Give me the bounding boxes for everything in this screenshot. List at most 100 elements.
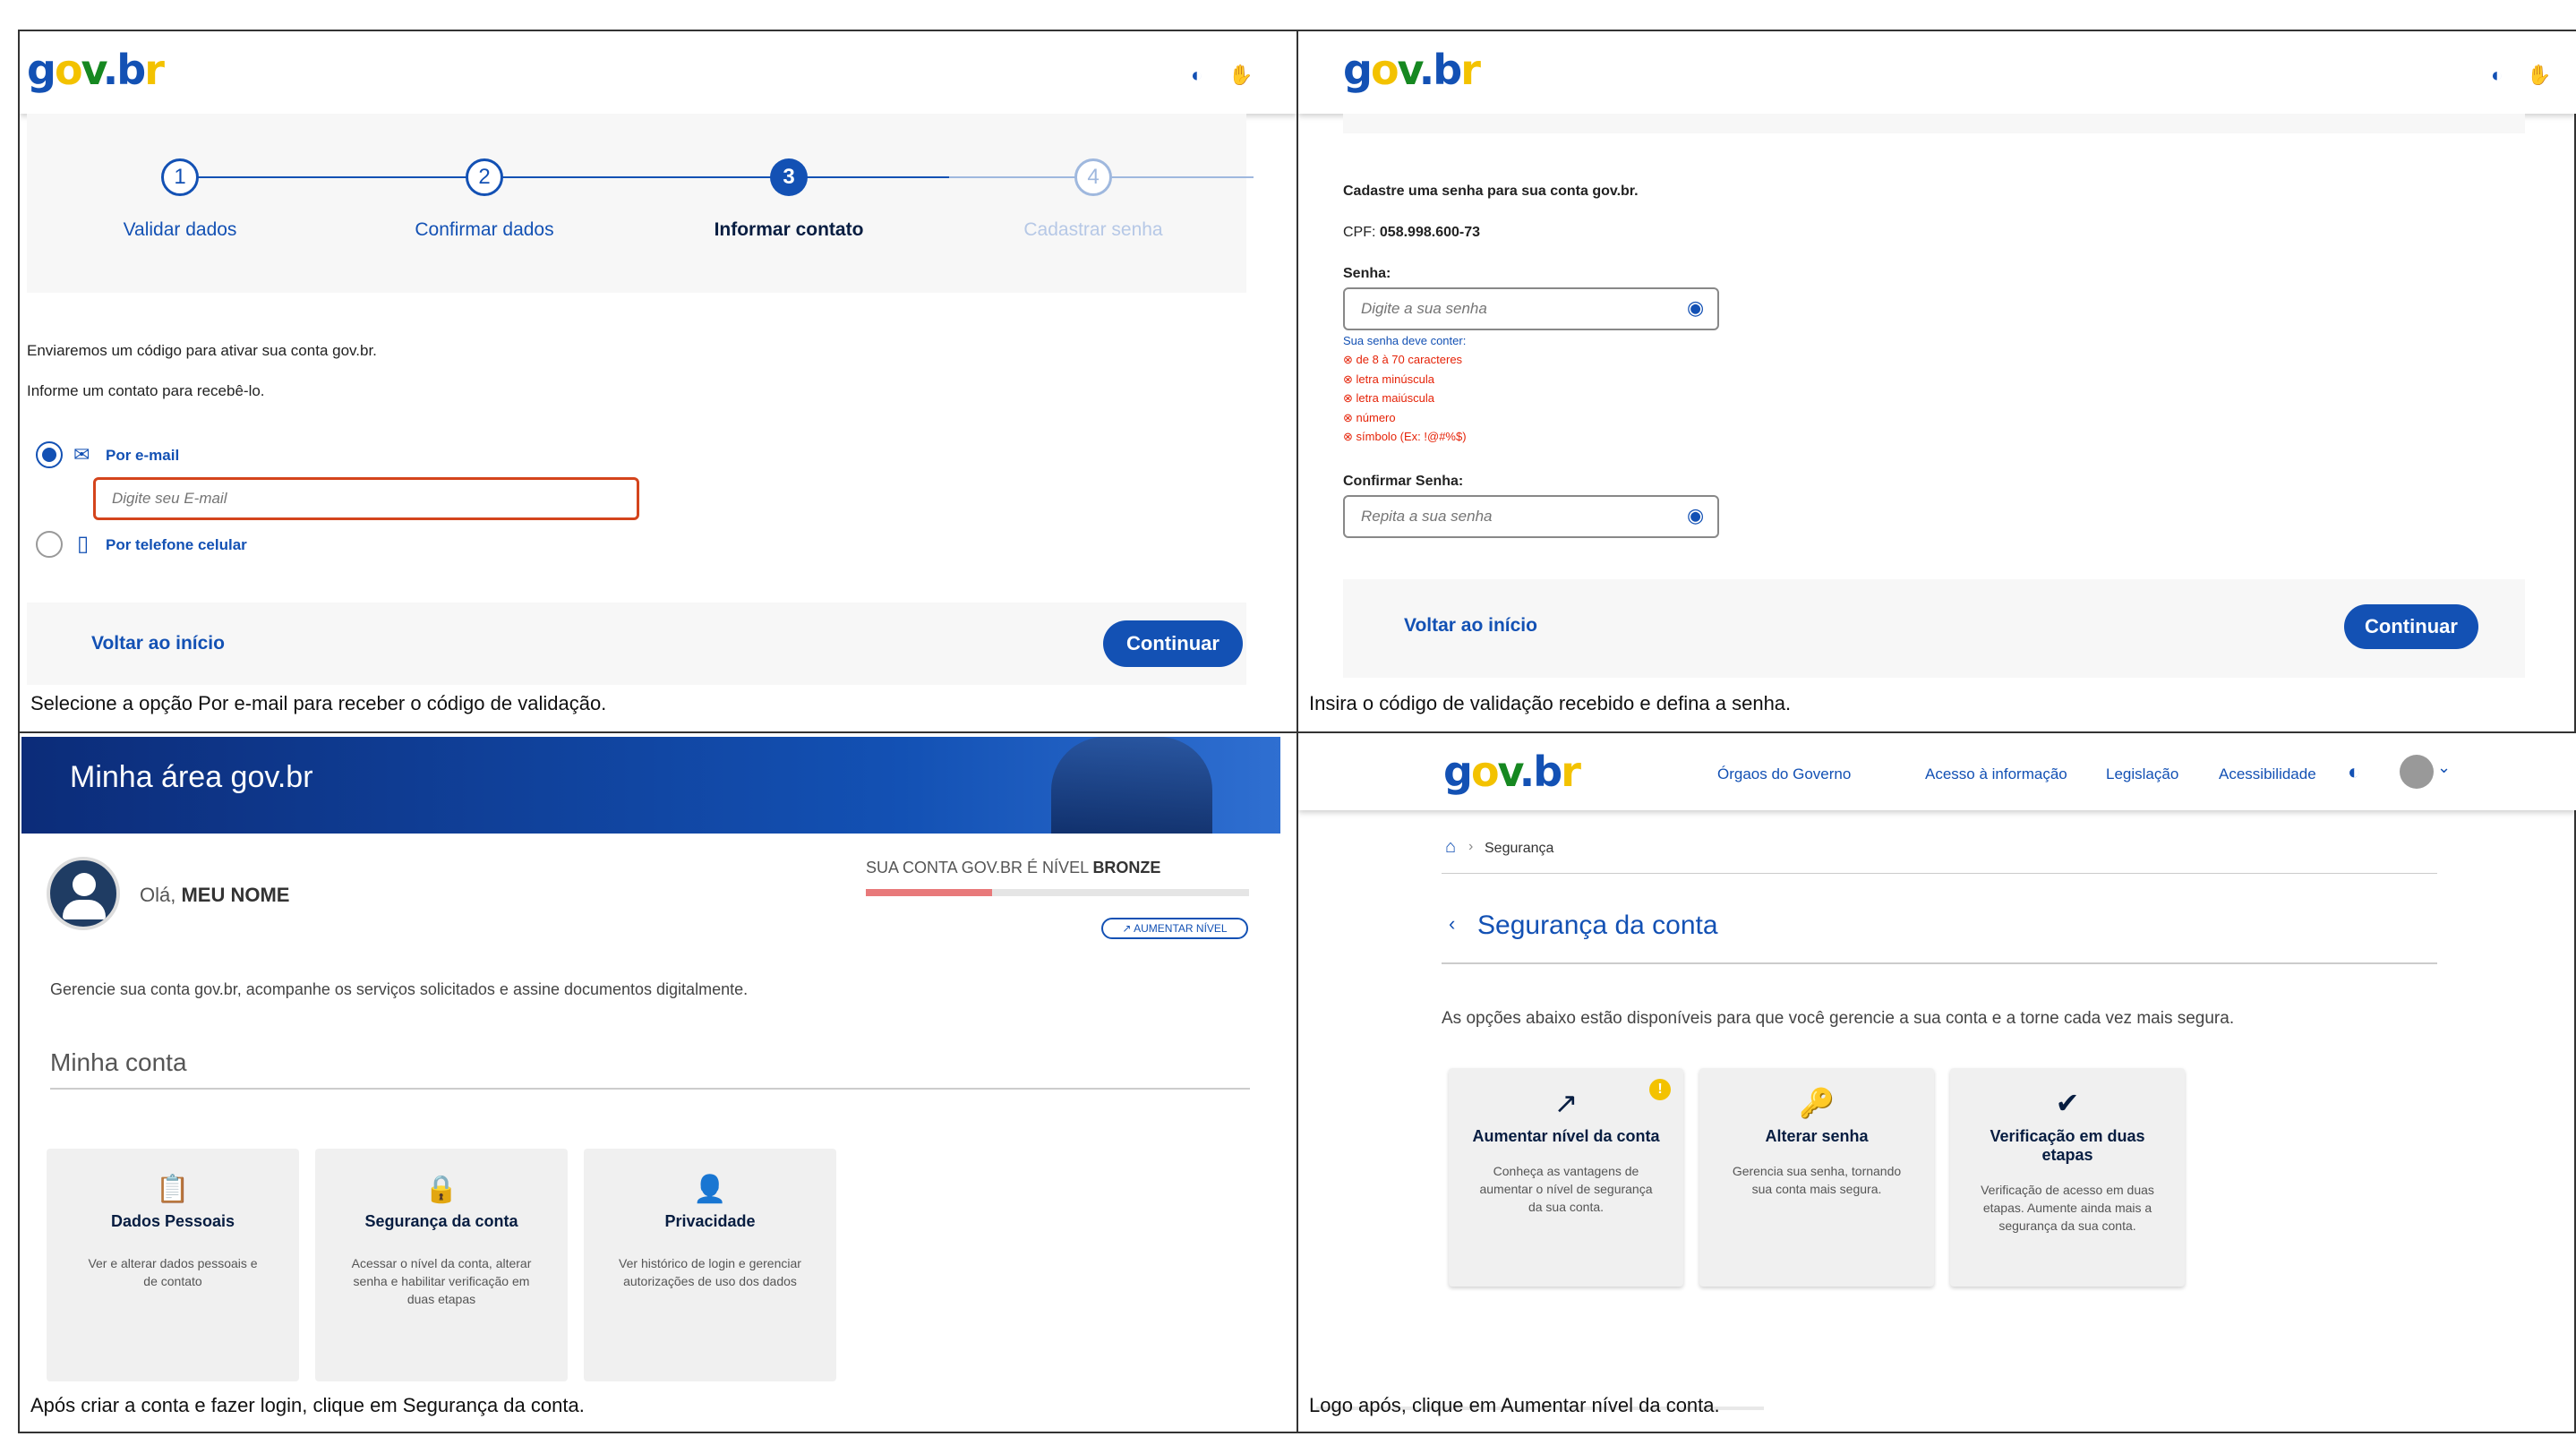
continue-button[interactable]: Continuar [1103,620,1243,667]
govbr-header: gov.br ◐ ✋ [1298,31,2576,114]
logo-o: o [1470,748,1500,796]
phone-radio[interactable] [36,531,63,558]
password-rules: ⊗ de 8 à 70 caracteres ⊗ letra minúscula… [1343,350,1467,447]
error-icon: ⊗ [1343,391,1353,405]
trend-up-icon: ↗ [1553,1087,1579,1119]
section-divider [50,1088,1250,1090]
card-seguranca-conta[interactable]: 🔒 Segurança da conta Acessar o nível da … [315,1149,568,1381]
area-description: Gerencie sua conta gov.br, acompanhe os … [50,980,749,998]
logo-r: r [1460,46,1481,94]
govbr-logo[interactable]: gov.br [27,46,165,94]
logo-dot: . [1418,46,1435,94]
card-desc: Ver histórico de login e gerenciar autor… [619,1256,801,1288]
confirm-password-input[interactable] [1343,495,1719,538]
panel-minha-area: Minha área gov.br Olá, MEU NOME SUA CONT… [20,733,1297,1433]
card-title: Alterar senha [1765,1127,1869,1145]
email-option-label[interactable]: Por e-mail [106,447,179,465]
nav-acesso-informacao[interactable]: Acesso à informação [1925,765,2067,783]
user-name: MEU NOME [181,884,290,906]
step-4-label: Cadastrar senha [1023,219,1163,240]
card-alterar-senha[interactable]: 🔑 Alterar senha Gerencia sua senha, torn… [1699,1068,1934,1287]
breadcrumb-divider [1442,873,2437,874]
card-desc: Acessar o nível da conta, alterar senha … [351,1256,532,1306]
user-avatar-icon[interactable] [2400,755,2434,789]
greeting-hello: Olá, [140,884,176,906]
rule-text: letra maiúscula [1356,391,1434,405]
email-input[interactable] [93,477,639,520]
nav-legislacao[interactable]: Legislação [2106,765,2178,783]
double-check-icon: ✔ [2055,1087,2080,1119]
increase-level-label: AUMENTAR NÍVEL [1134,922,1228,935]
email-radio[interactable] [36,441,63,468]
card-title: Segurança da conta [364,1212,518,1230]
banner-title: Minha área gov.br [70,760,313,794]
back-to-start-link[interactable]: Voltar ao início [91,633,225,654]
rule-text: número [1356,410,1396,424]
eye-icon[interactable]: ◉ [1687,504,1704,527]
trend-up-icon: ↗ [1122,922,1132,935]
logo-v: v [81,46,105,94]
card-aumentar-nivel[interactable]: ↗ Aumentar nível da conta Conheça as van… [1449,1068,1683,1287]
envelope-icon: ✉ [73,443,90,466]
panel-cadastrar-senha: gov.br ◐ ✋ Cadastre uma senha para sua c… [1298,31,2576,731]
chevron-down-icon[interactable]: ⌄ [2437,758,2451,777]
eye-icon[interactable]: ◉ [1687,296,1704,320]
logo-g: g [1443,748,1473,796]
govbr-header: gov.br ◐ ✋ [20,31,1297,114]
card-title: Verificação em duas etapas [1990,1127,2145,1164]
back-to-start-link[interactable]: Voltar ao início [1404,615,1537,637]
page-description: As opções abaixo estão disponíveis para … [1442,1009,2235,1028]
nav-acessibilidade[interactable]: Acessibilidade [2219,765,2316,783]
form-title: Cadastre uma senha para sua conta gov.br… [1343,184,1639,199]
clipboard-icon: 📋 [156,1175,190,1204]
lock-icon: 🔒 [424,1175,458,1204]
stepper: 1 2 3 4 Validar dados Confirmar dados In… [27,114,1254,293]
continue-button[interactable]: Continuar [2344,604,2478,649]
logo-g: g [1343,46,1373,94]
logo-b: b [1533,748,1562,796]
level-value: BRONZE [1092,859,1161,876]
cpf-value: 058.998.600-73 [1379,225,1481,240]
password-input[interactable] [1343,287,1719,330]
back-chevron-icon[interactable]: ‹ [1449,912,1455,936]
logo-v: v [1397,46,1421,94]
logo-o: o [54,46,83,94]
error-icon: ⊗ [1343,430,1353,443]
level-info: SUA CONTA GOV.BR É NÍVEL BRONZE [866,859,1160,877]
home-icon[interactable]: ⌂ [1445,837,1456,858]
card-desc: Ver e alterar dados pessoais e de contat… [88,1256,258,1288]
libras-hand-icon[interactable]: ✋ [1228,64,1253,87]
card-privacidade[interactable]: 👤 Privacidade Ver histórico de login e g… [584,1149,836,1381]
phone-option-label[interactable]: Por telefone celular [106,536,247,554]
contrast-icon[interactable]: ◐ [2491,64,2503,87]
rule-text: letra minúscula [1356,372,1434,386]
rule-item: ⊗ número [1343,408,1467,428]
card-desc: Conheça as vantagens de aumentar o nível… [1479,1164,1653,1214]
page-title: Segurança da conta [1477,911,1718,940]
step-1-circle: 1 [161,158,199,196]
increase-level-button[interactable]: ↗ AUMENTAR NÍVEL [1101,918,1248,939]
libras-hand-icon[interactable]: ✋ [2527,64,2551,87]
card-verificacao-duas-etapas[interactable]: ✔ Verificação em duas etapas Verificação… [1950,1068,2185,1287]
step-2-circle: 2 [466,158,503,196]
govbr-header: gov.br Órgaos do Governo Acesso à inform… [1298,733,2576,810]
contrast-icon[interactable]: ◐ [2348,760,2361,785]
contrast-icon[interactable]: ◐ [1191,64,1202,87]
nav-orgaos[interactable]: Órgaos do Governo [1717,765,1851,783]
breadcrumb-chevron-icon: › [1468,839,1474,854]
level-label: SUA CONTA GOV.BR É NÍVEL [866,859,1089,876]
govbr-logo[interactable]: gov.br [1443,748,1581,796]
confirm-label: Confirmar Senha: [1343,474,1464,489]
logo-b: b [1433,46,1462,94]
step-caption: Selecione a opção Por e-mail para recebe… [30,692,607,714]
form-footer: Voltar ao início Continuar [1343,579,2525,678]
cpf-label: CPF: [1343,225,1376,240]
card-title: Dados Pessoais [110,1212,235,1230]
step-1-label: Validar dados [123,219,237,240]
step-4-circle: 4 [1074,158,1112,196]
logo-dot: . [1519,748,1536,796]
govbr-logo[interactable]: gov.br [1343,46,1481,94]
intro-text-1: Enviaremos um código para ativar sua con… [27,342,377,359]
logo-v: v [1497,748,1521,796]
card-dados-pessoais[interactable]: 📋 Dados Pessoais Ver e alterar dados pes… [47,1149,299,1381]
